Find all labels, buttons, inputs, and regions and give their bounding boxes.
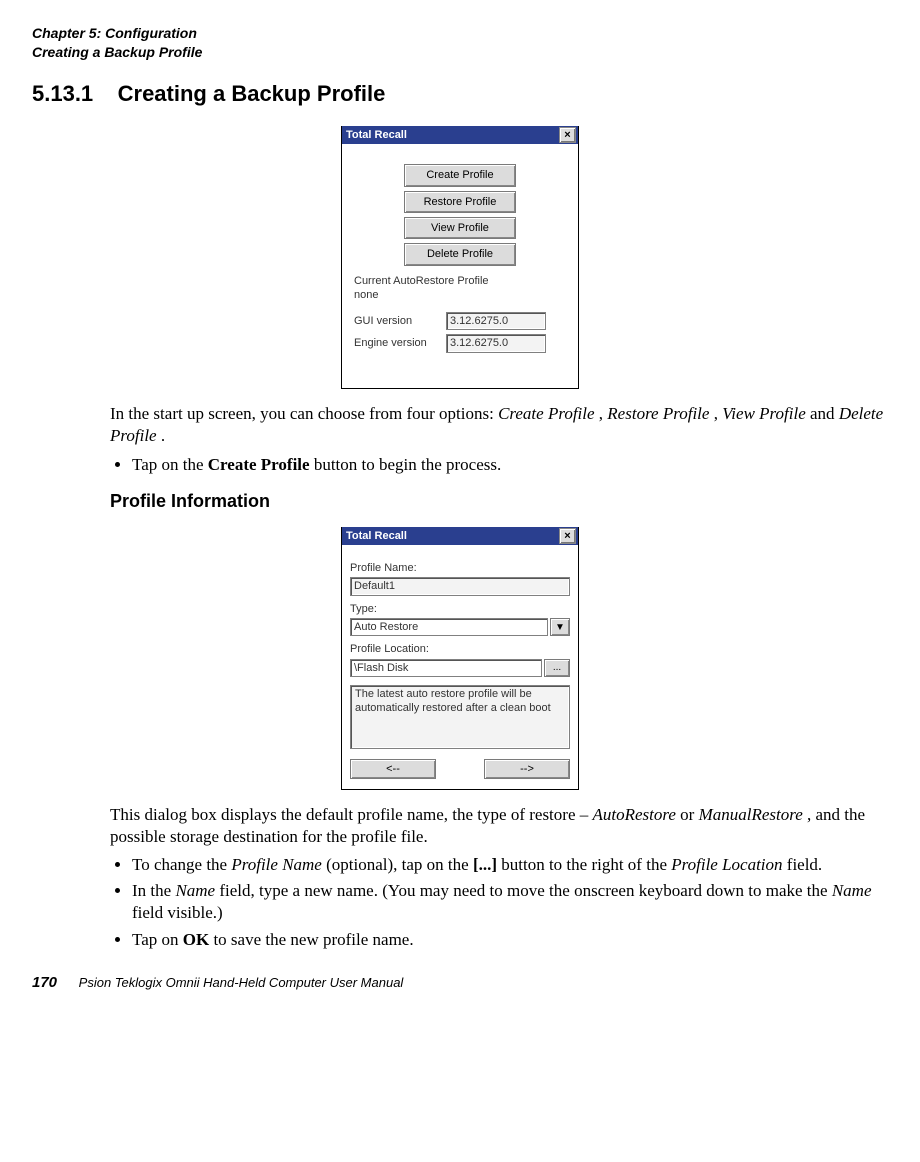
create-profile-button[interactable]: Create Profile: [404, 164, 516, 186]
section-heading: 5.13.1 Creating a Backup Profile: [32, 80, 888, 109]
page-number: 170: [32, 974, 57, 991]
view-profile-button[interactable]: View Profile: [404, 217, 516, 239]
dialog-title: Total Recall: [346, 128, 407, 142]
figure-2: Total Recall × Profile Name: Default1 Ty…: [32, 527, 888, 790]
section-title-text: Creating a Backup Profile: [118, 81, 386, 106]
gui-version-row: GUI version 3.12.6275.0: [354, 312, 566, 330]
type-value: Auto Restore: [350, 618, 548, 636]
list-item: To change the Profile Name (optional), t…: [132, 854, 888, 876]
dialog-total-recall-profile: Total Recall × Profile Name: Default1 Ty…: [341, 527, 579, 790]
type-dropdown[interactable]: Auto Restore ▼: [350, 618, 570, 636]
figure-1: Total Recall × Create Profile Restore Pr…: [32, 126, 888, 389]
list-item: In the Name field, type a new name. (You…: [132, 880, 888, 924]
close-icon[interactable]: ×: [559, 528, 576, 544]
running-header: Chapter 5: Configuration Creating a Back…: [32, 24, 888, 62]
chevron-down-icon[interactable]: ▼: [550, 618, 570, 636]
header-line-1: Chapter 5: Configuration: [32, 25, 197, 41]
paragraph-dialog-desc: This dialog box displays the default pro…: [110, 804, 888, 848]
description-box: The latest auto restore profile will be …: [350, 685, 570, 749]
page-footer: 170 Psion Teklogix Omnii Hand-Held Compu…: [32, 973, 888, 993]
dialog-total-recall-main: Total Recall × Create Profile Restore Pr…: [341, 126, 579, 389]
profile-location-label: Profile Location:: [350, 642, 570, 656]
body-text-2: This dialog box displays the default pro…: [110, 804, 888, 951]
delete-profile-button[interactable]: Delete Profile: [404, 243, 516, 265]
previous-button[interactable]: <--: [350, 759, 436, 779]
profile-location-row: \Flash Disk ...: [350, 659, 570, 677]
next-button[interactable]: -->: [484, 759, 570, 779]
engine-version-value: 3.12.6275.0: [446, 334, 546, 352]
body-text-1: In the start up screen, you can choose f…: [110, 403, 888, 475]
profile-location-input[interactable]: \Flash Disk: [350, 659, 542, 677]
dialog-titlebar: Total Recall ×: [342, 126, 578, 144]
engine-version-label: Engine version: [354, 336, 446, 350]
browse-button[interactable]: ...: [544, 659, 570, 677]
gui-version-label: GUI version: [354, 314, 446, 328]
gui-version-value: 3.12.6275.0: [446, 312, 546, 330]
dialog-body: Create Profile Restore Profile View Prof…: [342, 144, 578, 364]
restore-profile-button[interactable]: Restore Profile: [404, 191, 516, 213]
close-icon[interactable]: ×: [559, 127, 576, 143]
type-label: Type:: [350, 602, 570, 616]
current-autorestore-value: none: [354, 288, 566, 302]
footer-text: Psion Teklogix Omnii Hand-Held Computer …: [79, 975, 404, 990]
nav-buttons-row: <-- -->: [350, 759, 570, 779]
dialog-titlebar-2: Total Recall ×: [342, 527, 578, 545]
section-number: 5.13.1: [32, 81, 93, 106]
profile-name-label: Profile Name:: [350, 561, 570, 575]
header-line-2: Creating a Backup Profile: [32, 44, 202, 60]
list-item: Tap on OK to save the new profile name.: [132, 929, 888, 951]
subheading-profile-info: Profile Information: [110, 490, 888, 513]
current-autorestore-label: Current AutoRestore Profile: [354, 274, 566, 288]
list-item: Tap on the Create Profile button to begi…: [132, 454, 888, 476]
dialog-body-2: Profile Name: Default1 Type: Auto Restor…: [342, 545, 578, 787]
profile-name-input[interactable]: Default1: [350, 577, 570, 595]
dialog-title-2: Total Recall: [346, 529, 407, 543]
paragraph-options: In the start up screen, you can choose f…: [110, 403, 888, 447]
engine-version-row: Engine version 3.12.6275.0: [354, 334, 566, 352]
